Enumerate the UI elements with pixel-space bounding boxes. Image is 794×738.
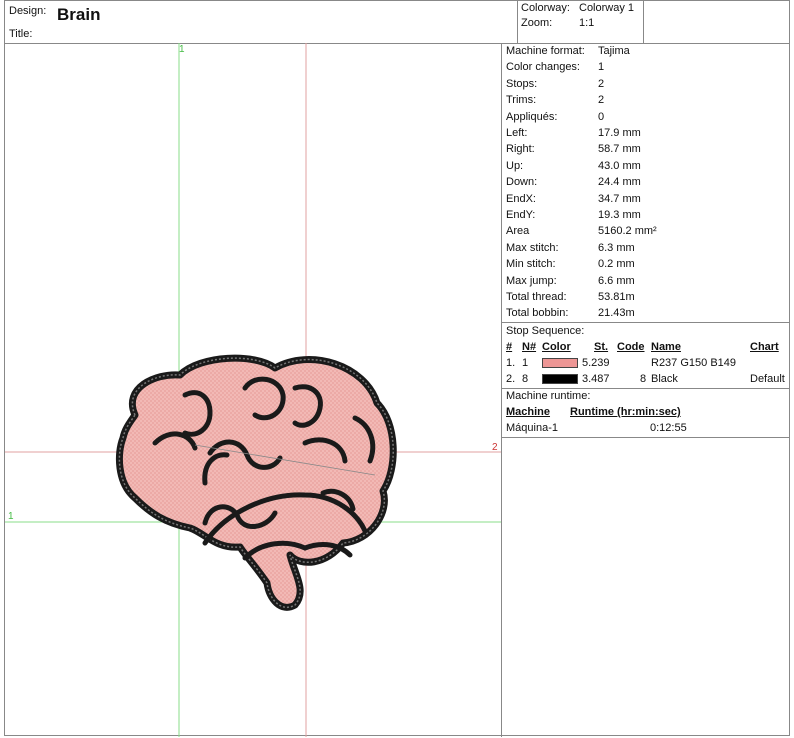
stat-label: Stops: — [506, 77, 538, 90]
design-label: Design: — [9, 5, 47, 17]
col-n: N# — [522, 341, 537, 353]
col-name: Name — [651, 341, 681, 353]
stat-label: Machine format: — [506, 45, 585, 57]
col-chart: Chart — [750, 341, 779, 353]
design-canvas[interactable]: 1 1 2 — [5, 43, 502, 737]
divider — [502, 388, 789, 389]
stat-label: Down: — [506, 176, 538, 189]
stat-label: Color changes: — [506, 61, 580, 74]
stop-row-1-name: R237 G150 B149 — [651, 357, 737, 369]
stat-label: Max jump: — [506, 274, 557, 287]
stat-value: 5160.2 mm² — [598, 225, 657, 238]
stat-label: Right: — [506, 143, 535, 156]
stat-value: 19.3 mm — [598, 209, 641, 221]
stat-label: Max stitch: — [506, 241, 559, 254]
design-info-cell: Design: Brain Title: — [5, 1, 518, 43]
marker-right: 2 — [492, 442, 498, 453]
stat-value: 0.2 mm — [598, 258, 635, 271]
stop-sequence-title: Stop Sequence: — [506, 325, 585, 337]
stat-label: EndY: — [506, 209, 536, 221]
runtime-title: Machine runtime: — [506, 390, 591, 402]
stat-value: 6.3 mm — [598, 241, 635, 254]
stat-value: 2 — [598, 77, 605, 90]
info-panel: Machine format: Tajima Color changes: 1 Stop… — [502, 43, 789, 737]
runtime-value: 0:12:55 — [650, 422, 687, 434]
title-label: Title: — [9, 28, 33, 40]
stat-value: 58.7 mm — [598, 143, 641, 156]
stat-label: Total thread: — [506, 291, 567, 303]
stop-row-1-st: 5.239 — [582, 357, 610, 369]
color-swatch — [542, 374, 578, 384]
stat-value: 0 — [598, 110, 605, 123]
stat-value: Tajima — [598, 45, 630, 57]
divider — [502, 322, 789, 323]
stat-label: Left: — [506, 127, 528, 139]
col-color: Color — [542, 341, 571, 353]
stop-row-2-name: Black — [651, 373, 678, 385]
stat-label: Min stitch: — [506, 258, 556, 271]
stop-row-1-num: 1. — [506, 357, 516, 369]
report-frame: Design: Brain Title: Colorway: Colorway … — [4, 0, 790, 737]
stat-label: Appliqués: — [506, 110, 558, 123]
colorway-value: Colorway 1 — [579, 2, 635, 14]
stat-label: Area — [506, 225, 530, 238]
divider — [502, 437, 789, 438]
stat-label: Total bobbin: — [506, 307, 569, 320]
marker-left: 1 — [8, 511, 14, 522]
stat-label: EndX: — [506, 192, 536, 205]
col-code: Code — [617, 341, 645, 353]
brain-fill — [115, 354, 397, 611]
runtime-machine: Máquina-1 — [506, 422, 558, 434]
stat-value: 1 — [598, 61, 605, 74]
col-num: # — [506, 341, 513, 353]
zoom-value: 1:1 — [579, 17, 595, 29]
stat-value: 17.9 mm — [598, 127, 641, 139]
stat-value: 53.81m — [598, 291, 635, 303]
stat-label: Up: — [506, 159, 524, 172]
stat-value: 21.43m — [598, 307, 635, 320]
stop-row-2-num: 2. — [506, 373, 516, 385]
color-swatch — [542, 358, 578, 368]
design-preview: 1 1 2 — [5, 43, 501, 737]
col-runtime: Runtime (hr:min:sec) — [570, 406, 681, 418]
stat-value: 24.4 mm — [598, 176, 641, 189]
stat-value: 2 — [598, 94, 605, 107]
stat-value: 43.0 mm — [598, 159, 641, 172]
zoom-label: Zoom: — [521, 17, 553, 29]
report-header: Design: Brain Title: Colorway: Colorway … — [5, 1, 789, 44]
stop-row-2-code: 8 — [640, 373, 647, 385]
colorway-cell: Colorway: Colorway 1 Zoom: 1:1 — [517, 1, 644, 43]
marker-top: 1 — [179, 44, 185, 55]
stop-row-2-n: 8 — [522, 373, 529, 385]
design-name: Brain — [57, 5, 101, 24]
col-machine: Machine — [506, 406, 551, 418]
stat-label: Trims: — [506, 94, 537, 107]
col-st: St. — [594, 341, 609, 353]
stat-value: 34.7 mm — [598, 192, 641, 205]
stop-row-2-chart: Default — [750, 373, 785, 385]
stat-value: 6.6 mm — [598, 274, 635, 287]
colorway-label: Colorway: — [521, 2, 570, 14]
stop-row-1-n: 1 — [522, 357, 529, 369]
stop-row-2-st: 3.487 — [582, 373, 610, 385]
